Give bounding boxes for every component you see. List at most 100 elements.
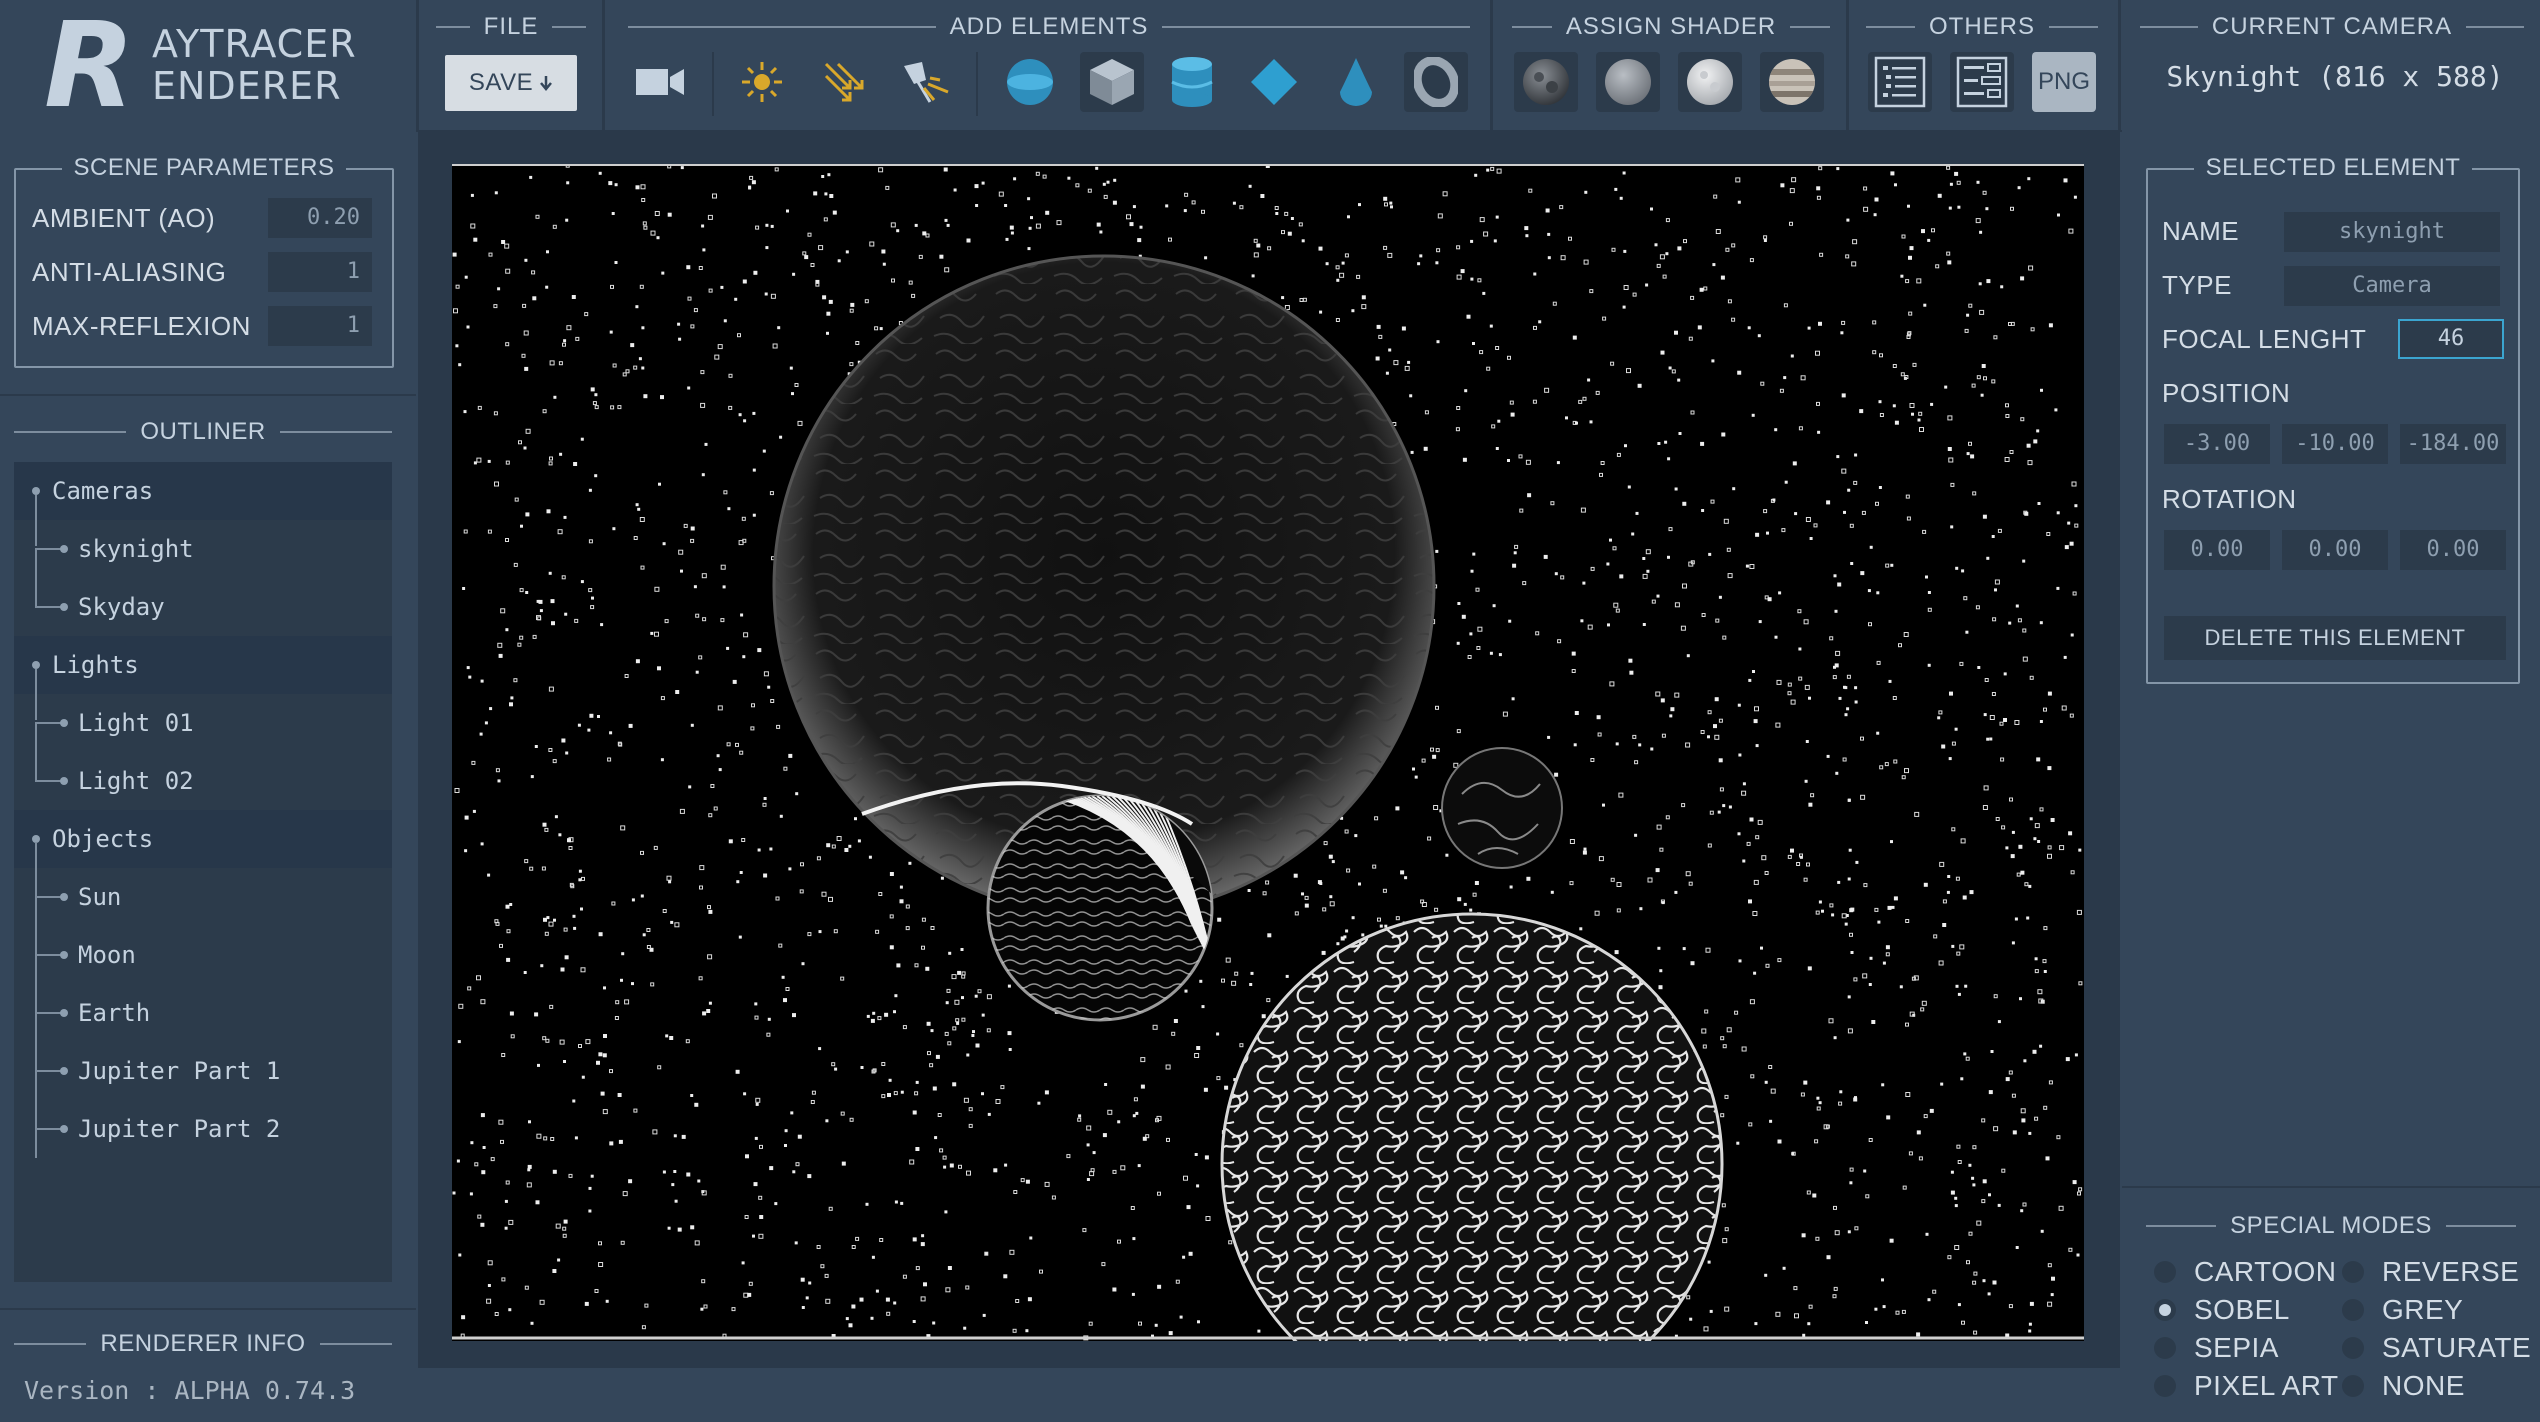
renderer-info-title: RENDERER INFO <box>14 1330 392 1358</box>
moon-shader-icon <box>1687 59 1733 105</box>
divider <box>976 52 978 116</box>
name-field[interactable]: skynight <box>2284 212 2500 252</box>
outliner-item-skynight[interactable]: skynight <box>14 495 392 578</box>
item-label: Jupiter Part 2 <box>78 1115 281 1143</box>
shader-moon-button[interactable] <box>1678 52 1742 112</box>
type-label: TYPE <box>2162 270 2232 300</box>
add-torus-button[interactable] <box>1404 52 1468 112</box>
item-label: Sun <box>78 883 122 911</box>
spot-light-icon <box>904 62 949 103</box>
mode-sobel[interactable]: SOBEL <box>2154 1294 2290 1326</box>
radio-icon <box>2342 1375 2364 1397</box>
radio-selected-icon <box>2154 1299 2176 1321</box>
delete-element-button[interactable]: DELETE THIS ELEMENT <box>2164 616 2506 660</box>
item-label: Moon <box>78 941 136 969</box>
others-group-title: OTHERS <box>1866 12 2099 42</box>
add-directional-light-button[interactable] <box>812 52 876 112</box>
anti-aliasing-input[interactable]: 1 <box>268 252 372 292</box>
position-y-input[interactable]: -10.00 <box>2282 424 2388 464</box>
rotation-y-input[interactable]: 0.00 <box>2282 530 2388 570</box>
add-cone-button[interactable] <box>1324 52 1388 112</box>
add-cube-button[interactable] <box>1080 52 1144 112</box>
divider <box>2122 1186 2540 1188</box>
focal-length-input[interactable]: 46 <box>2398 319 2504 359</box>
item-label: skynight <box>78 535 194 563</box>
mode-sepia[interactable]: SEPIA <box>2154 1332 2279 1364</box>
add-camera-button[interactable] <box>628 52 692 112</box>
ambient-input[interactable]: 0.20 <box>268 198 372 238</box>
rotation-label: ROTATION <box>2162 484 2297 514</box>
outliner-item-earth[interactable]: Earth <box>14 984 392 1042</box>
rotation-x-input[interactable]: 0.00 <box>2164 530 2270 570</box>
outliner-item-light-02[interactable]: Light 02 <box>14 722 392 810</box>
cylinder-icon <box>1171 57 1213 107</box>
save-button[interactable]: SAVE <box>445 55 577 111</box>
mode-none[interactable]: NONE <box>2342 1370 2465 1402</box>
logo-letter: R <box>44 0 135 134</box>
torus-icon <box>1414 57 1458 107</box>
name-label: NAME <box>2162 216 2240 246</box>
add-spot-light-button[interactable] <box>894 52 958 112</box>
param-label: AMBIENT (AO) <box>32 202 216 233</box>
add-cylinder-button[interactable] <box>1160 52 1224 112</box>
shader-rock-button[interactable] <box>1514 52 1578 112</box>
png-export-button[interactable]: PNG <box>2032 52 2096 112</box>
mode-pixel-art[interactable]: PIXEL ART <box>2154 1370 2339 1402</box>
radio-icon <box>2342 1299 2364 1321</box>
shader-gas-giant-button[interactable] <box>1760 52 1824 112</box>
mode-saturate[interactable]: SATURATE <box>2342 1332 2531 1364</box>
position-label: POSITION <box>2162 378 2291 408</box>
mode-grey[interactable]: GREY <box>2342 1294 2463 1326</box>
png-export-icon: PNG <box>2037 68 2090 95</box>
item-label: Jupiter Part 1 <box>78 1057 281 1085</box>
param-label: ANTI-ALIASING <box>32 256 227 287</box>
list-view-button[interactable] <box>1868 52 1932 112</box>
current-camera-value: Skynight (816 x 588) <box>2166 60 2504 93</box>
param-label: MAX-REFLEXION <box>32 310 251 341</box>
divider <box>416 0 419 130</box>
save-label: SAVE <box>468 69 534 96</box>
item-label: Light 02 <box>78 767 194 795</box>
status-bar <box>418 1368 2120 1422</box>
moon-object <box>1441 747 1563 869</box>
mode-cartoon[interactable]: CARTOON <box>2154 1256 2337 1288</box>
special-modes-title: SPECIAL MODES <box>2146 1212 2517 1240</box>
directional-light-icon <box>824 62 864 102</box>
file-group-title: FILE <box>436 12 586 42</box>
radio-icon <box>2154 1375 2176 1397</box>
outliner-item-jupiter-part-2[interactable]: Jupiter Part 2 <box>14 1100 392 1158</box>
outliner-title: OUTLINER <box>14 418 393 446</box>
point-light-icon <box>742 62 782 102</box>
rotation-z-input[interactable]: 0.00 <box>2400 530 2506 570</box>
divider <box>712 52 714 116</box>
max-reflexion-input[interactable]: 1 <box>268 306 372 346</box>
add-sphere-button[interactable] <box>998 52 1062 112</box>
outliner-group-objects[interactable]: Objects <box>14 810 392 868</box>
radio-icon <box>2342 1337 2364 1359</box>
position-z-input[interactable]: -184.00 <box>2400 424 2506 464</box>
download-arrow-icon <box>540 76 553 91</box>
top-toolbar: R AYTRACER ENDERER FILE SAVE ADD ELEMENT… <box>0 0 2540 132</box>
cone-icon <box>1340 58 1372 106</box>
selected-element-title: SELECTED ELEMENT <box>2193 154 2473 181</box>
mode-reverse[interactable]: REVERSE <box>2342 1256 2519 1288</box>
shader-matte-button[interactable] <box>1596 52 1660 112</box>
radio-icon <box>2154 1337 2176 1359</box>
outliner-item-sun[interactable]: Sun <box>14 868 392 926</box>
render-viewport[interactable] <box>452 164 2084 1341</box>
divider <box>602 0 605 130</box>
outliner-item-light-01[interactable]: Light 01 <box>14 669 392 752</box>
tree-view-button[interactable] <box>1950 52 2014 112</box>
outliner-group-cameras[interactable]: Cameras <box>14 462 392 520</box>
divider <box>0 1308 416 1310</box>
outliner-item-skyday[interactable]: Skyday <box>14 548 392 636</box>
list-view-icon <box>1874 56 1926 108</box>
outliner-item-moon[interactable]: Moon <box>14 926 392 984</box>
version-text: Version : ALPHA 0.74.3 <box>24 1376 356 1405</box>
position-x-input[interactable]: -3.00 <box>2164 424 2270 464</box>
current-camera-title: CURRENT CAMERA <box>2140 12 2524 42</box>
add-diamond-button[interactable] <box>1242 52 1306 112</box>
add-point-light-button[interactable] <box>730 52 794 112</box>
outliner-group-lights[interactable]: Lights <box>14 636 392 694</box>
outliner-item-jupiter-part-1[interactable]: Jupiter Part 1 <box>14 1042 392 1100</box>
